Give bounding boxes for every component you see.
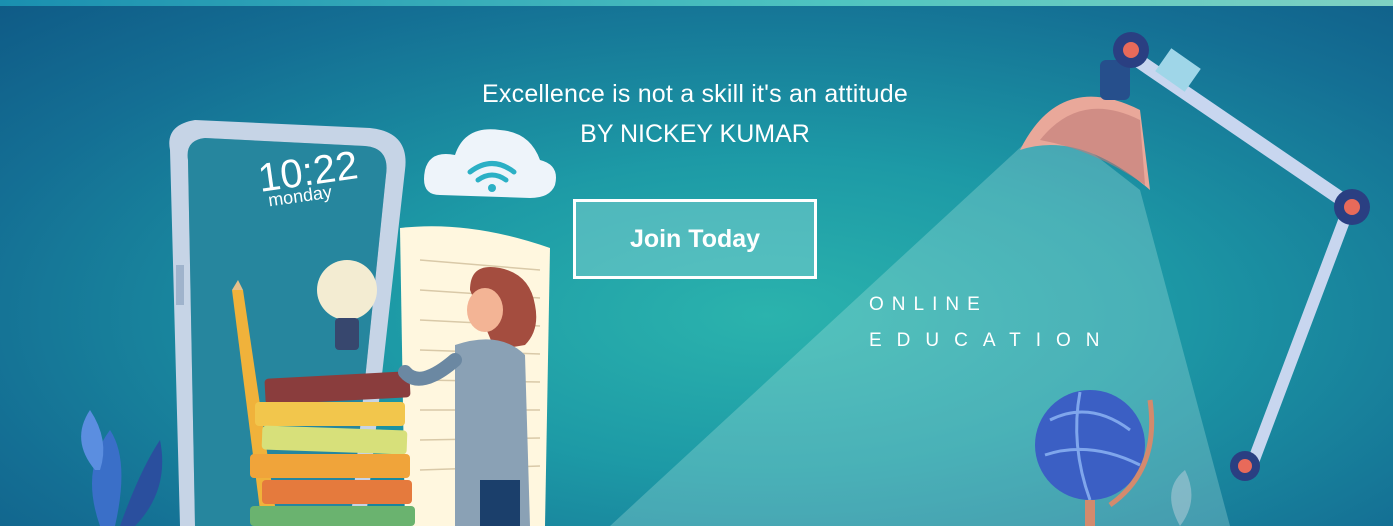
tagline-education: EDUCATION: [869, 330, 1115, 351]
join-today-button[interactable]: Join Today: [573, 199, 817, 279]
hero-author: BY NICKEY KUMAR: [580, 120, 810, 148]
books-icon: [250, 371, 415, 526]
hero-quote: Excellence is not a skill it's an attitu…: [482, 80, 908, 108]
tagline-online: ONLINE: [869, 294, 988, 315]
hero-banner: 10:22 monday Excellence is not a skill i…: [0, 0, 1393, 526]
plant-illustration: [81, 410, 163, 526]
